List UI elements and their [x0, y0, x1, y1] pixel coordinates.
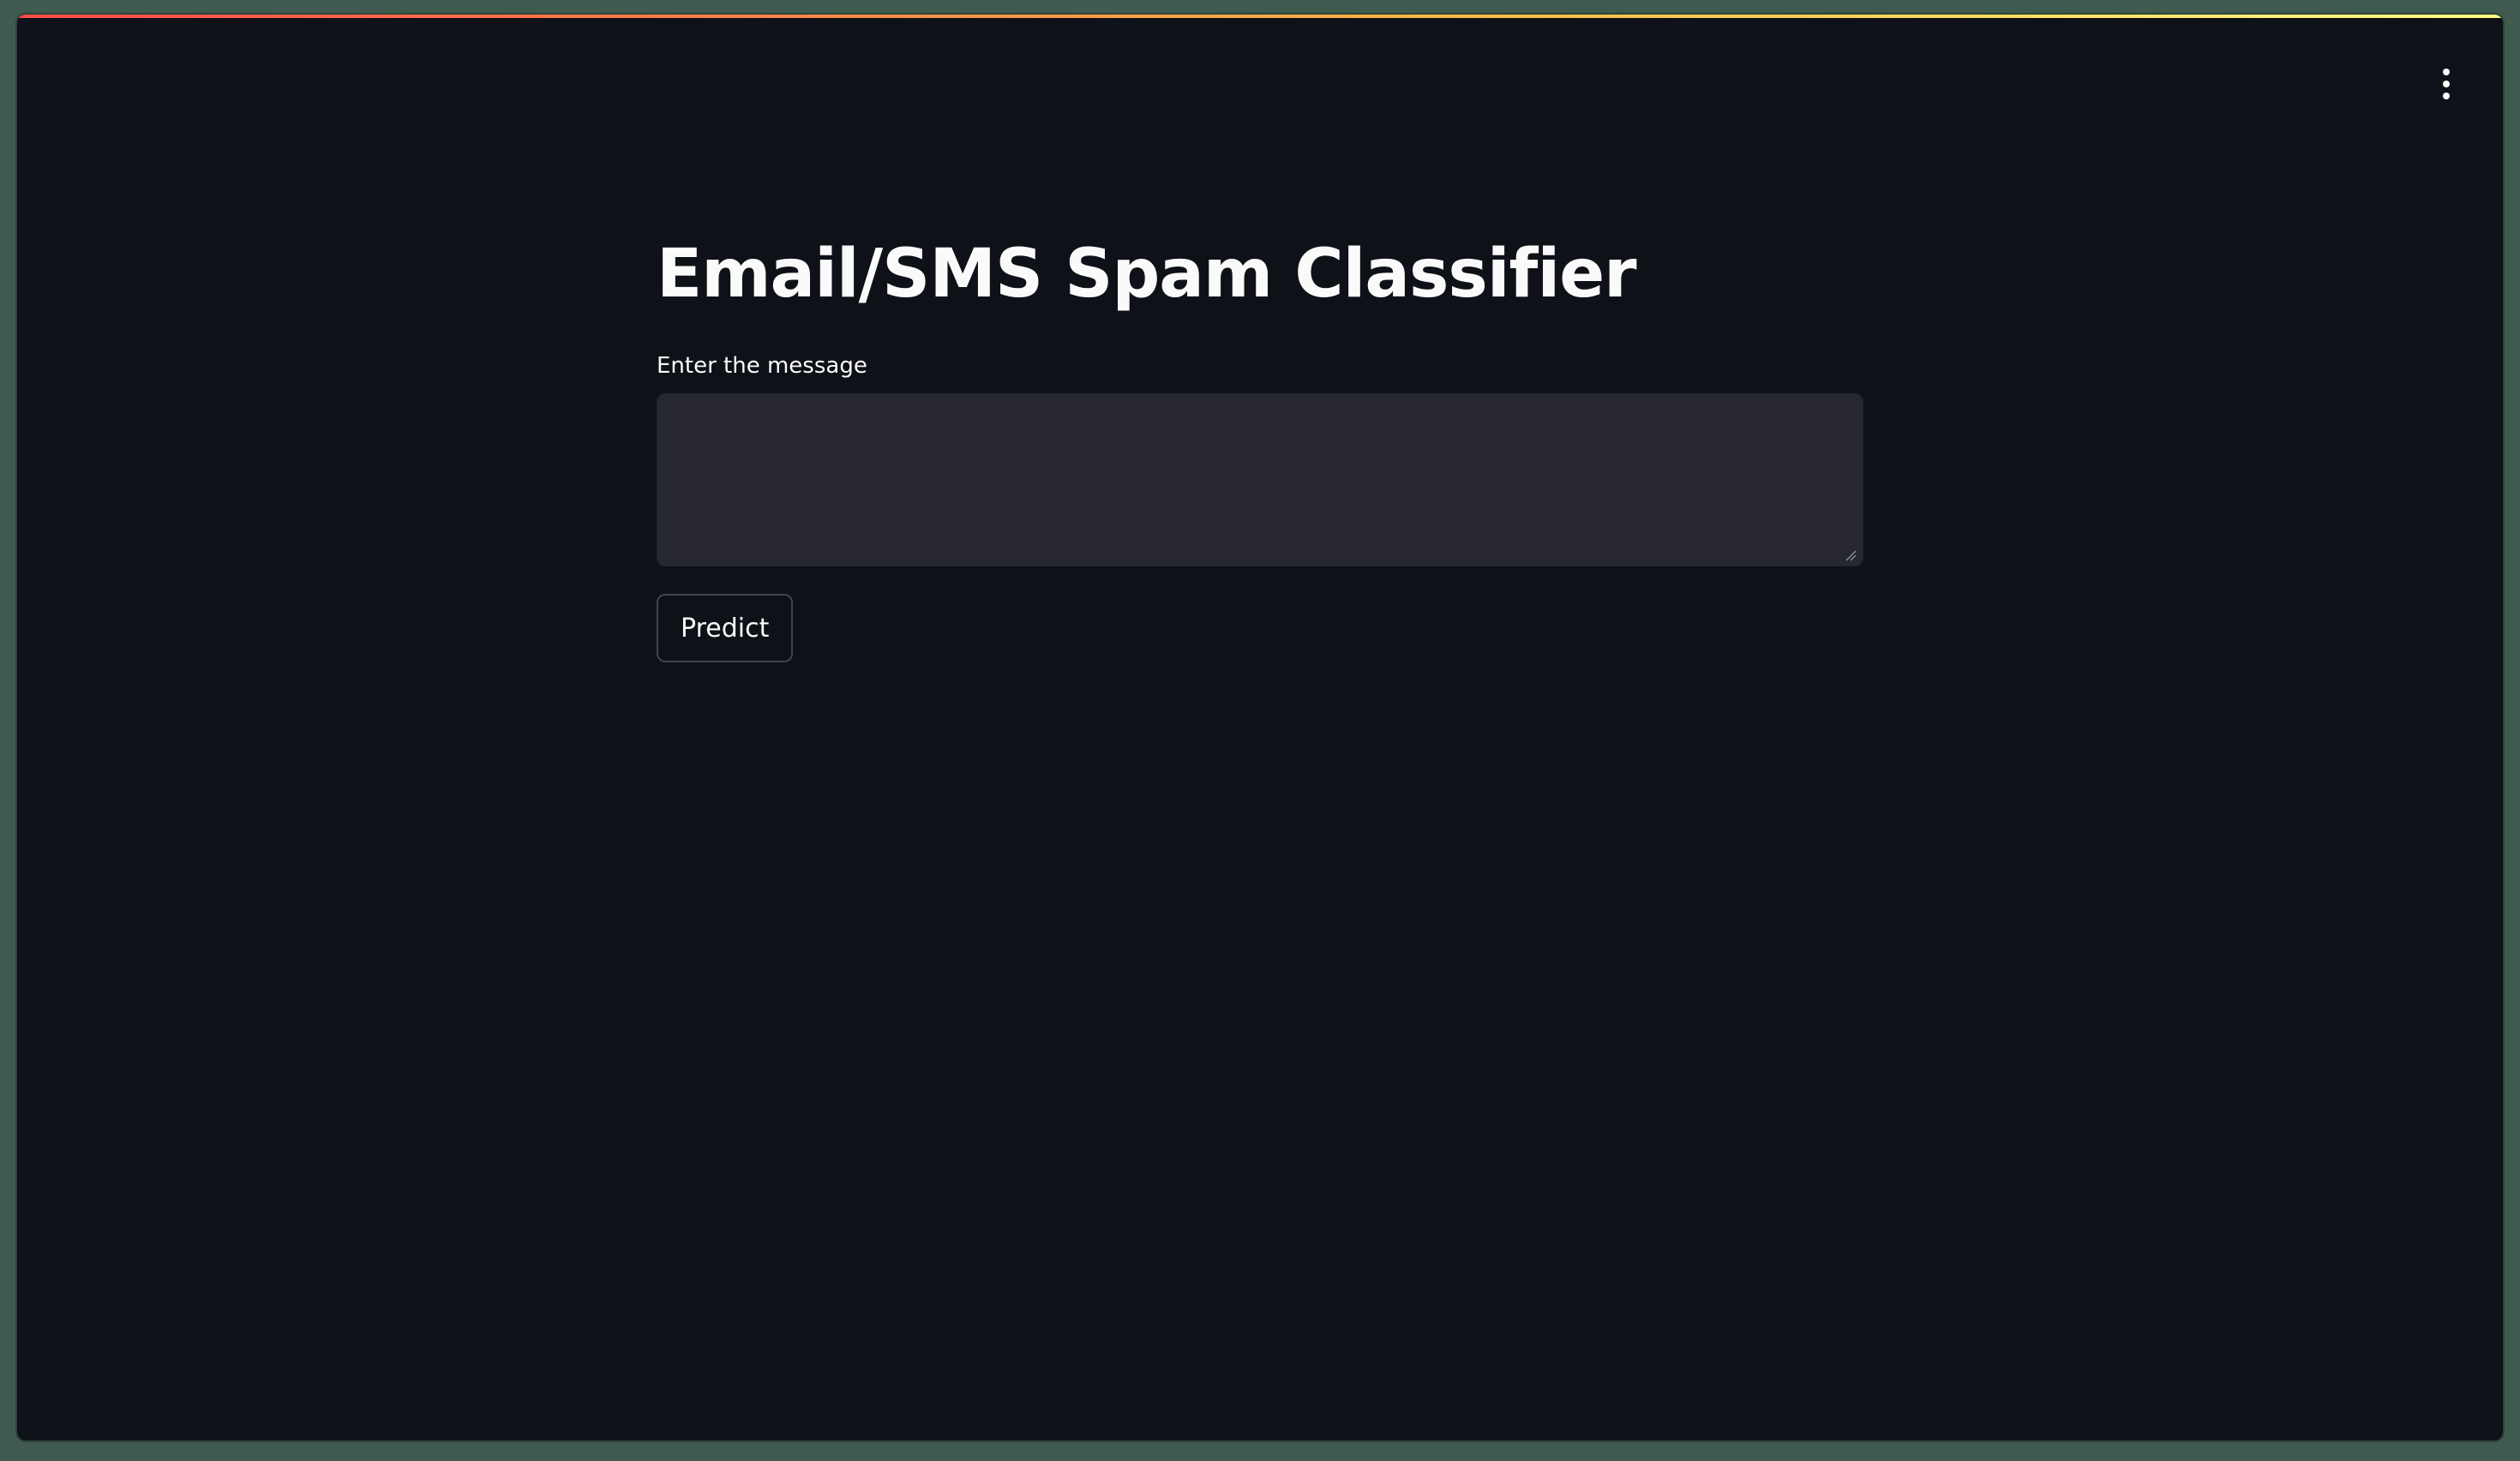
main-menu-button[interactable]: [2429, 61, 2463, 107]
predict-button[interactable]: Predict: [657, 594, 794, 662]
message-label: Enter the message: [657, 353, 867, 379]
top-decoration-bar: [17, 15, 2503, 18]
resize-handle-icon[interactable]: [1845, 549, 1857, 561]
app-window: Email/SMS Spam Classifier Enter the mess…: [17, 15, 2503, 1440]
main-content: Email/SMS Spam Classifier Enter the mess…: [657, 212, 1863, 662]
kebab-menu-icon-dot: [2443, 93, 2450, 99]
message-textarea[interactable]: [657, 393, 1863, 566]
message-textarea-container: [657, 393, 1863, 566]
page-title: Email/SMS Spam Classifier: [657, 236, 1637, 313]
kebab-menu-icon-dot: [2443, 69, 2450, 75]
kebab-menu-icon-dot: [2443, 81, 2450, 87]
